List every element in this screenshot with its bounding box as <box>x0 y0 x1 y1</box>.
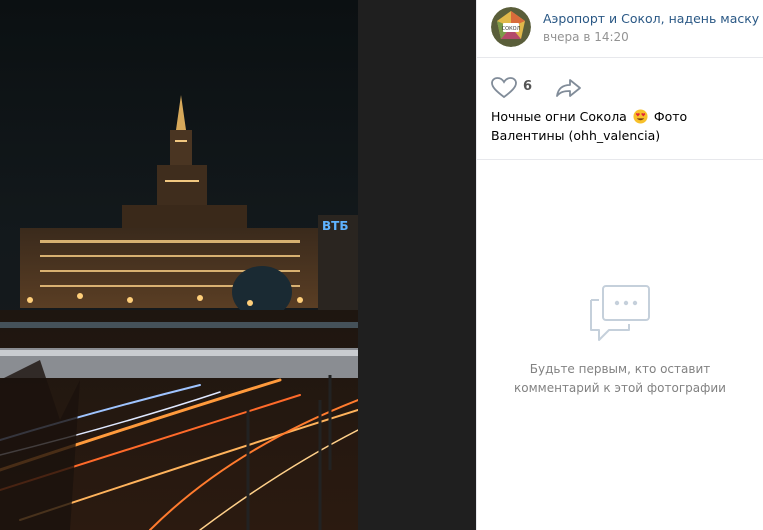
night-city-photo[interactable]: ВТБ <box>0 0 358 530</box>
divider <box>477 159 763 160</box>
photo-image: ВТБ <box>0 0 358 530</box>
photo-sidebar: СОКОЛ Аэропорт и Сокол, надень маску вче… <box>476 0 763 530</box>
post-caption: Ночные огни Сокола Фото Валентины (ohh_v… <box>491 107 753 145</box>
post-author: СОКОЛ Аэропорт и Сокол, надень маску вче… <box>491 7 759 51</box>
like-button[interactable]: 6 <box>491 76 541 100</box>
heart-eyes-emoji <box>633 109 648 124</box>
author-name-link[interactable]: Аэропорт и Сокол, надень маску <box>543 11 759 26</box>
like-count: 6 <box>523 79 533 94</box>
community-logo-icon[interactable]: СОКОЛ <box>491 7 531 47</box>
svg-text:СОКОЛ: СОКОЛ <box>502 26 521 32</box>
divider <box>477 57 763 58</box>
photo-viewer[interactable]: ВТБ <box>0 0 476 530</box>
share-arrow-icon <box>556 79 581 97</box>
vtb-sign: ВТБ <box>322 219 348 233</box>
empty-comments-text: Будьте первым, кто оставит комментарий к… <box>477 360 763 398</box>
post-time[interactable]: вчера в 14:20 <box>543 30 629 44</box>
empty-comments-line1: Будьте первым, кто оставит <box>529 362 711 376</box>
comments-icon <box>590 285 650 341</box>
heart-icon <box>491 77 517 99</box>
caption-text-part1: Ночные огни Сокола <box>491 109 627 124</box>
empty-comments-line2: комментарий к этой фотографии <box>514 381 726 395</box>
share-button[interactable] <box>555 77 583 99</box>
empty-comments: Будьте первым, кто оставит комментарий к… <box>477 284 763 398</box>
